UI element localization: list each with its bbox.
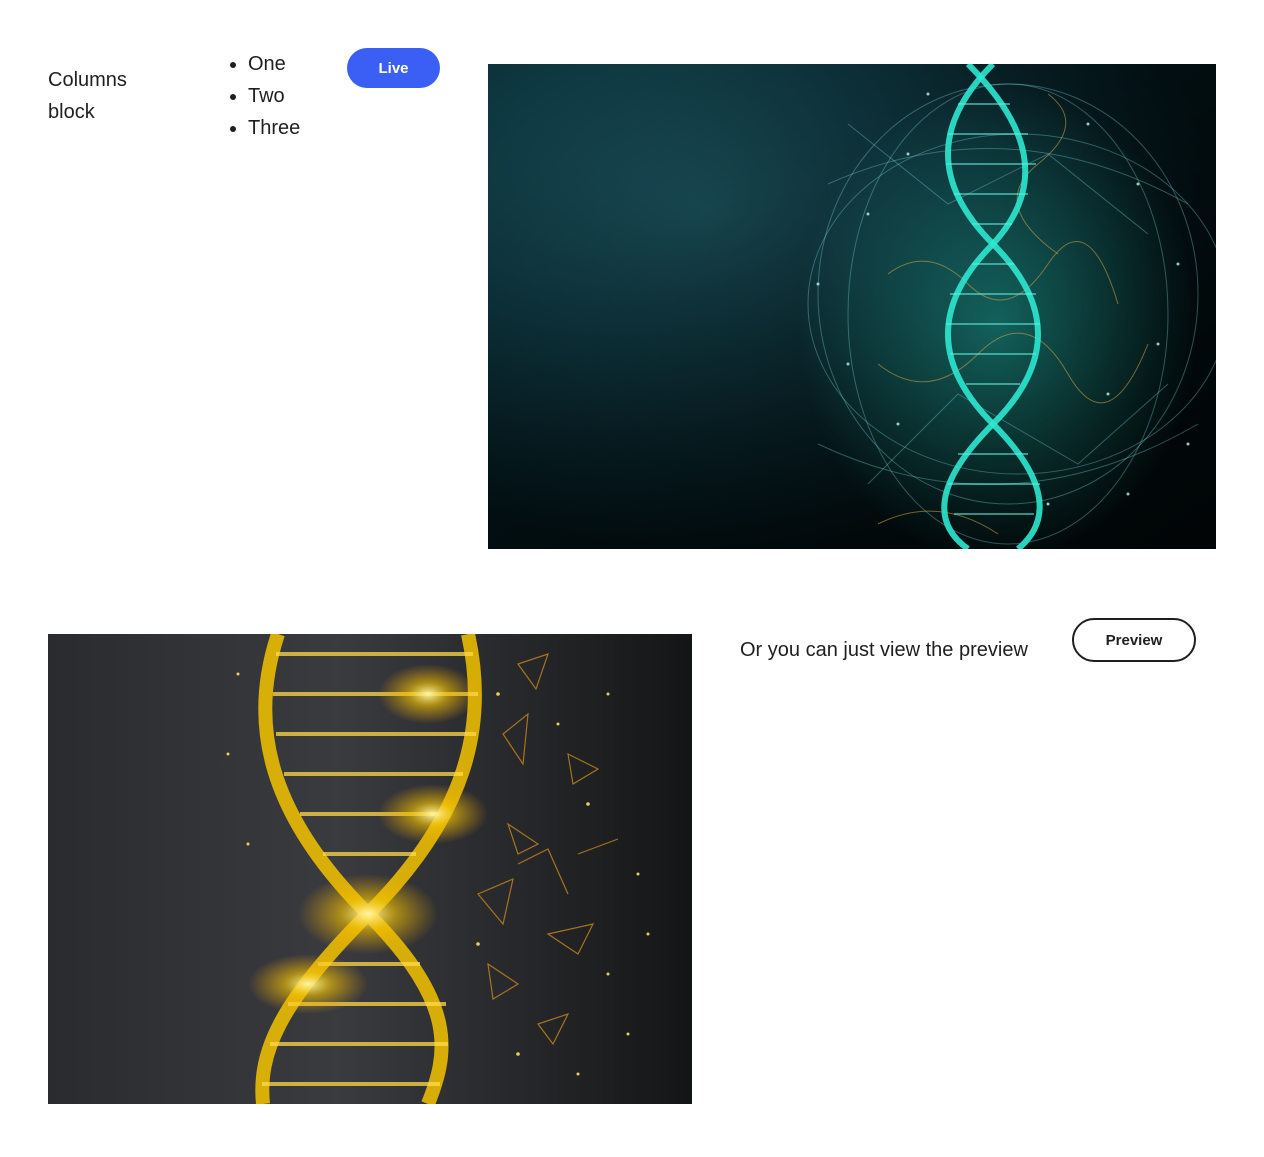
item-list: One Two Three bbox=[200, 48, 300, 144]
live-button[interactable]: Live bbox=[347, 48, 440, 88]
list-item: Two bbox=[248, 80, 300, 112]
dna-helix-teal-image bbox=[488, 64, 1216, 549]
columns-block-label: Columns block bbox=[48, 69, 127, 123]
dna-helix-gold-image bbox=[48, 634, 692, 1104]
preview-button[interactable]: Preview bbox=[1072, 618, 1196, 662]
list-item: One bbox=[248, 48, 300, 80]
preview-text: Or you can just view the preview bbox=[740, 639, 1028, 661]
list-item: Three bbox=[248, 112, 300, 144]
